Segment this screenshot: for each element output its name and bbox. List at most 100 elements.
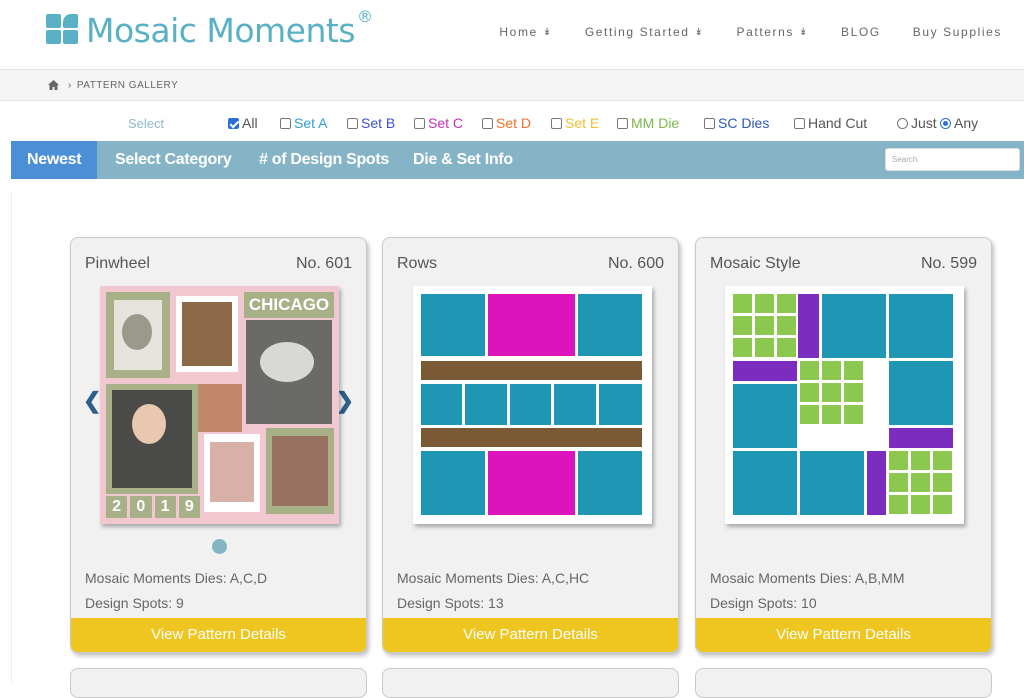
chevron-left-icon[interactable]: ❮ — [83, 388, 101, 414]
view-pattern-details-button[interactable]: View Pattern Details — [696, 618, 991, 652]
nav-blog[interactable]: BLOG — [841, 25, 881, 39]
grid-square — [822, 361, 841, 380]
grid-square — [889, 495, 908, 514]
grid-square — [889, 451, 908, 470]
chevron-right-icon: › — [68, 79, 72, 91]
home-icon[interactable] — [48, 80, 59, 90]
main-nav: Home ↡ Getting Started ↡ Patterns ↡ BLOG Bu… — [499, 25, 1002, 39]
grid-square — [933, 451, 952, 470]
chevron-double-down-icon: ↡ — [694, 26, 705, 38]
radio[interactable] — [897, 117, 908, 129]
filter-set-d[interactable]: Set D — [482, 115, 531, 131]
grid-square — [822, 405, 841, 424]
tab-select-category[interactable]: Select Category — [115, 141, 232, 179]
category-tabbar: Newest Select Category # of Design Spots… — [11, 141, 1024, 179]
filter-mm-die[interactable]: MM Die — [617, 115, 679, 131]
logo-icon — [46, 14, 80, 46]
pattern-card: Rows No. 600 Mosaic Moments Dies: A,C,HC… — [382, 237, 679, 653]
match-any[interactable]: Any — [940, 115, 978, 131]
grid-square — [911, 473, 930, 492]
nav-patterns[interactable]: Patterns ↡ — [737, 25, 809, 39]
grid-square — [777, 294, 796, 313]
tab-newest[interactable]: Newest — [11, 141, 98, 179]
photo-caption: CHICAGO — [244, 292, 334, 318]
grid-square — [777, 316, 796, 335]
search-input[interactable] — [885, 148, 1020, 171]
card-number: No. 601 — [295, 255, 352, 272]
card-spots: Design Spots: 13 — [397, 595, 504, 611]
card-title: Pinwheel — [85, 255, 150, 272]
grid-square — [844, 405, 863, 424]
filter-set-e[interactable]: Set E — [551, 115, 599, 131]
grid-square — [755, 294, 774, 313]
filter-set-b[interactable]: Set B — [347, 115, 395, 131]
grid-square — [933, 473, 952, 492]
checkbox[interactable] — [228, 117, 239, 129]
pattern-diagram[interactable] — [413, 286, 652, 524]
checkbox[interactable] — [347, 117, 358, 129]
carousel-dot[interactable] — [212, 539, 227, 554]
card-number: No. 600 — [607, 255, 664, 272]
grid-square — [777, 338, 796, 357]
logo-text: Mosaic Moments ® — [86, 6, 373, 50]
pattern-card — [695, 668, 992, 698]
grid-square — [844, 361, 863, 380]
filter-all[interactable]: All — [228, 115, 258, 131]
grid-square — [733, 338, 752, 357]
card-number: No. 599 — [920, 255, 977, 272]
filter-set-a[interactable]: Set A — [280, 115, 327, 131]
checkbox[interactable] — [280, 117, 291, 129]
radio[interactable] — [940, 117, 951, 129]
grid-square — [889, 473, 908, 492]
grid-square — [822, 383, 841, 402]
filter-set-c[interactable]: Set C — [414, 115, 463, 131]
card-dies: Mosaic Moments Dies: A,B,MM — [710, 570, 905, 586]
match-just[interactable]: Just — [897, 115, 937, 131]
checkbox[interactable] — [794, 117, 805, 129]
chevron-double-down-icon: ↡ — [799, 26, 809, 38]
filter-row: Select All Set A Set B Set C Set D Set E… — [0, 101, 1024, 142]
card-spots: Design Spots: 9 — [85, 595, 184, 611]
breadcrumb-current: PATTERN GALLERY — [76, 79, 179, 91]
grid-square — [800, 383, 819, 402]
checkbox[interactable] — [704, 117, 715, 129]
nav-getting-started[interactable]: Getting Started ↡ — [585, 25, 705, 39]
pattern-diagram[interactable] — [725, 286, 964, 524]
pattern-card — [70, 668, 367, 698]
grid-square — [733, 294, 752, 313]
checkbox[interactable] — [551, 117, 562, 129]
filter-sc-dies[interactable]: SC Dies — [704, 115, 769, 131]
checkbox[interactable] — [482, 117, 493, 129]
pattern-card — [382, 668, 679, 698]
filter-hand-cut[interactable]: Hand Cut — [794, 115, 867, 131]
nav-home[interactable]: Home ↡ — [499, 25, 552, 39]
view-pattern-details-button[interactable]: View Pattern Details — [71, 618, 366, 652]
pattern-photo[interactable]: CHICAGO 2 0 1 9 — [100, 286, 339, 524]
grid-square — [800, 405, 819, 424]
checkbox[interactable] — [617, 117, 628, 129]
grid-square — [733, 316, 752, 335]
card-title: Rows — [397, 255, 438, 272]
nav-buy-supplies[interactable]: Buy Supplies — [913, 25, 1002, 39]
view-pattern-details-button[interactable]: View Pattern Details — [383, 618, 678, 652]
grid-square — [755, 338, 774, 357]
checkbox[interactable] — [414, 117, 425, 129]
photo-year: 2 0 1 9 — [106, 496, 200, 518]
pattern-card: Mosaic Style No. 599 Mosaic Moments Dies… — [695, 237, 992, 653]
grid-square — [844, 383, 863, 402]
tab-design-spots[interactable]: # of Design Spots — [259, 141, 389, 179]
grid-square — [911, 451, 930, 470]
grid-square — [933, 495, 952, 514]
card-spots: Design Spots: 10 — [710, 595, 817, 611]
pattern-card: Pinwheel No. 601 ❮ ❯ CHICAGO 2 0 1 9 Mos… — [70, 237, 367, 653]
site-logo[interactable]: Mosaic Moments ® — [46, 6, 373, 52]
card-dies: Mosaic Moments Dies: A,C,D — [85, 570, 268, 586]
breadcrumb: › PATTERN GALLERY — [0, 70, 1024, 101]
grid-square — [800, 361, 819, 380]
card-dies: Mosaic Moments Dies: A,C,HC — [397, 570, 590, 586]
grid-square — [755, 316, 774, 335]
site-header: Mosaic Moments ® Home ↡ Getting Started ↡ P… — [0, 0, 1024, 70]
filter-label: Select — [128, 116, 165, 131]
grid-square — [911, 495, 930, 514]
tab-die-set-info[interactable]: Die & Set Info — [413, 141, 513, 179]
